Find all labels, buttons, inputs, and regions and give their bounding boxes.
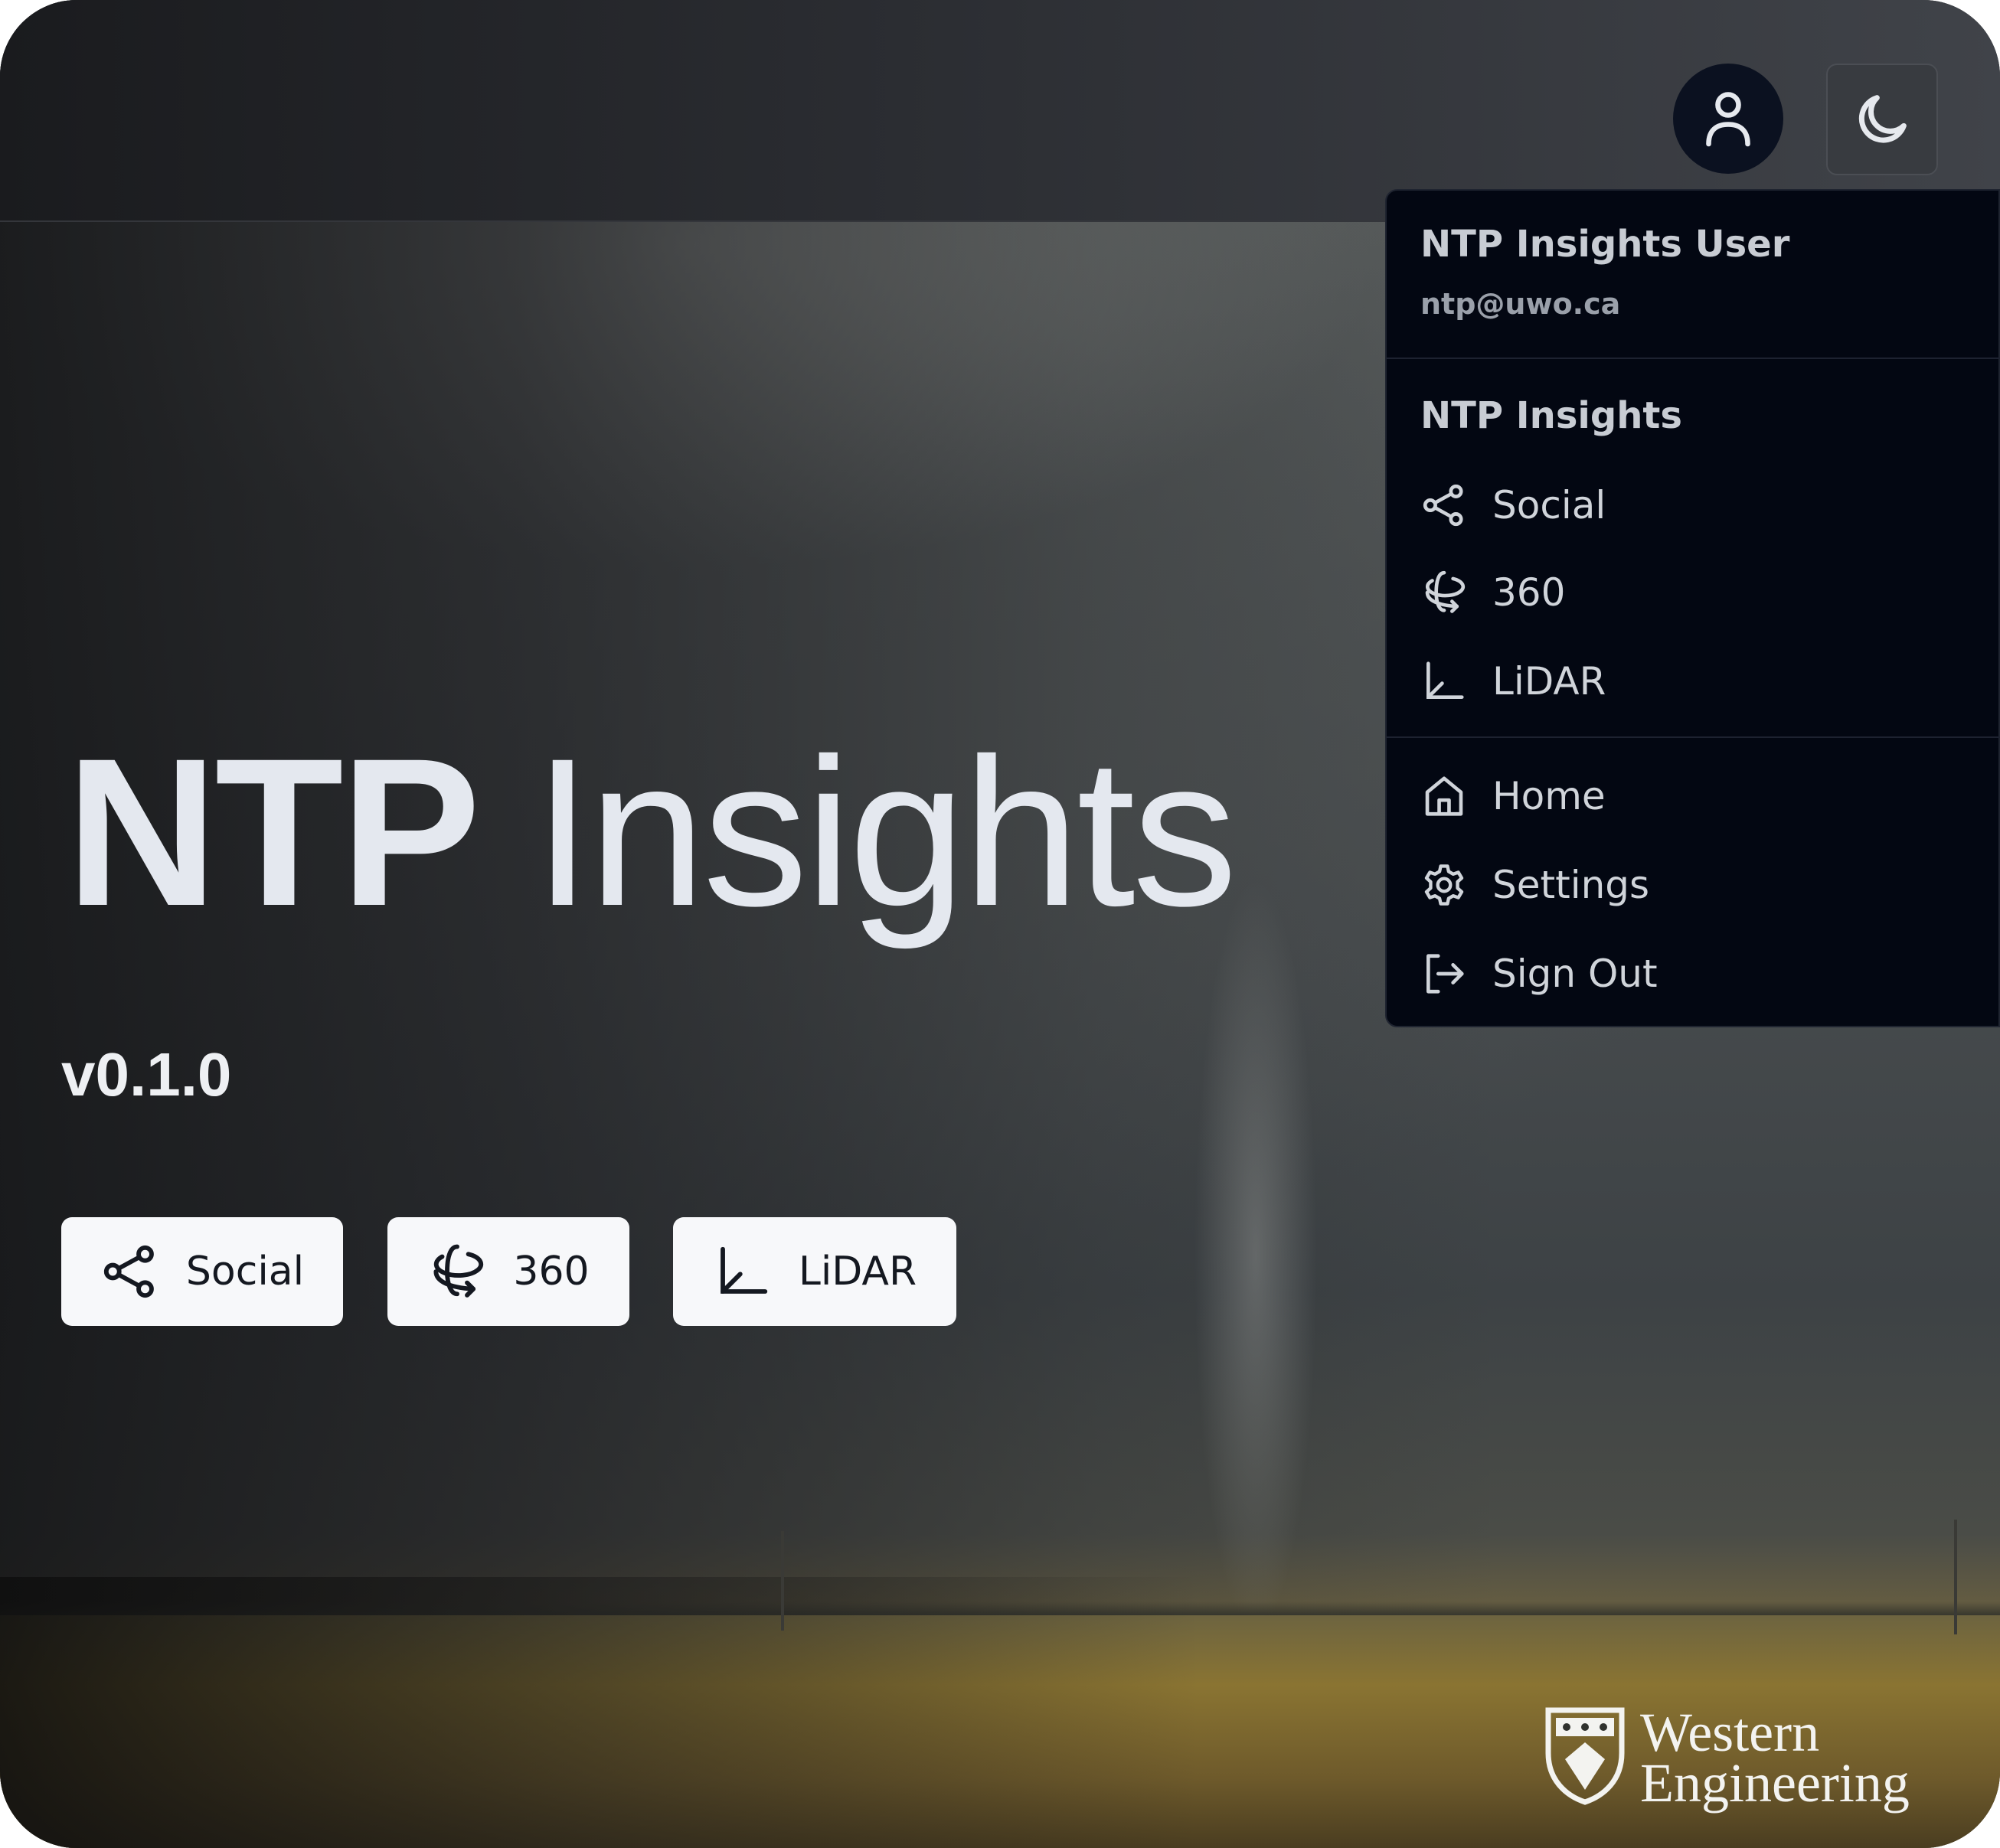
axis-icon (1426, 661, 1464, 699)
menu-item-home[interactable]: Home (1420, 762, 1972, 831)
menu-item-sign-out[interactable]: Sign Out (1420, 939, 1972, 1008)
western-engineering-logo: Western Engineering (1545, 1702, 1966, 1814)
menu-section-title: NTP Insights (1420, 394, 1682, 437)
menu-item-label: Social (1492, 483, 1606, 527)
lidar-button[interactable]: LiDAR (673, 1217, 956, 1326)
menu-item-lidar[interactable]: LiDAR (1420, 647, 1972, 716)
logo-text: Western Engineering (1640, 1702, 1910, 1814)
app-window: NTP Insights User ntp@uwo.ca NTP Insight… (0, 0, 2000, 1848)
menu-item-label: Settings (1492, 863, 1650, 907)
360-button[interactable]: 360 (387, 1217, 629, 1326)
sign-out-icon (1426, 954, 1464, 994)
menu-divider (1387, 358, 2000, 359)
menu-item-social[interactable]: Social (1420, 471, 1972, 540)
tornado-funnel (1194, 880, 1317, 1631)
home-icon (1425, 776, 1463, 816)
user-menu-button[interactable] (1673, 64, 1783, 174)
utility-pole (781, 1531, 784, 1631)
menu-item-label: Home (1492, 774, 1606, 818)
menu-item-label: Sign Out (1492, 952, 1658, 996)
version-label: v0.1.0 (61, 1040, 232, 1108)
user-email: ntp@uwo.ca (1420, 287, 1621, 321)
rotate-3d-icon (1425, 570, 1466, 613)
shield-crest-icon (1545, 1707, 1625, 1805)
rotate-3d-icon (433, 1244, 484, 1298)
title-light: Insights (533, 715, 1237, 950)
utility-pole (1954, 1520, 1957, 1634)
logo-line-2: Engineering (1640, 1752, 1910, 1814)
button-label: LiDAR (798, 1249, 917, 1295)
logo-line-1: Western (1640, 1702, 1820, 1763)
menu-divider (1387, 736, 2000, 738)
page-title: NTP Insights (66, 727, 1237, 938)
social-button[interactable]: Social (61, 1217, 343, 1326)
title-bold: NTP (66, 715, 481, 950)
menu-item-label: 360 (1492, 570, 1566, 615)
menu-item-360[interactable]: 360 (1420, 558, 1972, 627)
button-label: Social (185, 1249, 305, 1295)
theme-toggle-button[interactable] (1826, 64, 1938, 175)
menu-item-settings[interactable]: Settings (1420, 851, 1972, 919)
share-icon (103, 1245, 154, 1298)
button-label: 360 (513, 1249, 590, 1295)
menu-item-label: LiDAR (1492, 659, 1606, 704)
share-icon (1423, 484, 1463, 527)
user-dropdown-menu: NTP Insights User ntp@uwo.ca NTP Insight… (1385, 189, 2000, 1027)
user-icon (1706, 92, 1750, 147)
axis-icon (720, 1246, 768, 1294)
user-name: NTP Insights User (1420, 223, 1790, 266)
moon-icon (1858, 95, 1907, 143)
gear-icon (1424, 864, 1464, 906)
